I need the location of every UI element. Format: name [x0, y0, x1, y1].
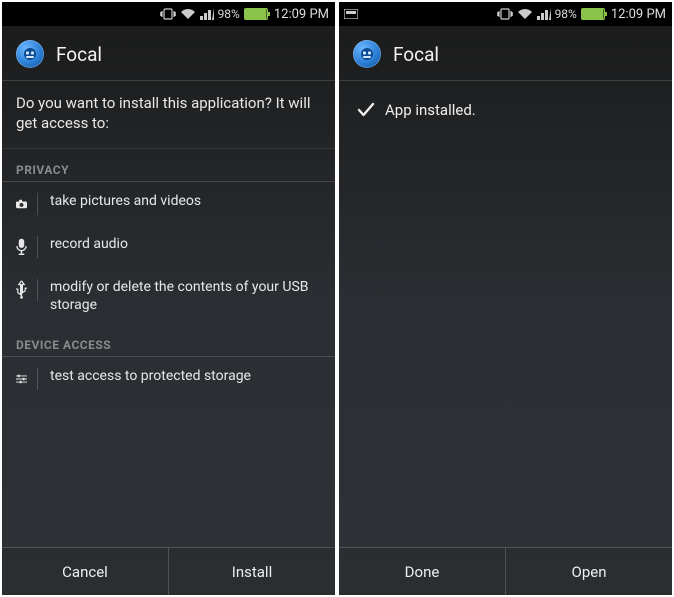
app-header: Focal — [339, 26, 672, 81]
signal-icon — [537, 8, 551, 20]
install-permissions-screen: 98% 12:09 PM Focal Do you want to instal… — [2, 2, 335, 595]
section-device-access: DEVICE ACCESS — [2, 324, 335, 357]
wifi-icon — [517, 8, 533, 20]
cancel-button[interactable]: Cancel — [2, 548, 168, 595]
battery-icon — [244, 8, 268, 20]
permission-item: take pictures and videos — [2, 182, 335, 225]
section-privacy: PRIVACY — [2, 149, 335, 182]
app-icon — [16, 40, 44, 68]
installed-content: App installed. — [339, 81, 672, 547]
permission-text: record audio — [48, 235, 128, 253]
permission-item: test access to protected storage — [2, 357, 335, 400]
sliders-icon — [16, 368, 38, 390]
wifi-icon — [180, 8, 196, 20]
permissions-content: PRIVACY take pictures and videos record … — [2, 149, 335, 548]
battery-percent: 98% — [555, 7, 577, 21]
app-icon — [353, 40, 381, 68]
install-prompt: Do you want to install this application?… — [2, 81, 335, 149]
camera-icon — [16, 193, 38, 215]
permission-item: modify or delete the contents of your US… — [2, 268, 335, 324]
app-title: Focal — [56, 43, 102, 66]
battery-icon — [581, 8, 605, 20]
install-complete-screen: 98% 12:09 PM Focal App installed. Done O… — [339, 2, 672, 595]
app-header: Focal — [2, 26, 335, 81]
done-button[interactable]: Done — [339, 548, 505, 595]
clock: 12:09 PM — [611, 7, 666, 22]
permission-text: modify or delete the contents of your US… — [48, 278, 321, 314]
permission-text: test access to protected storage — [48, 367, 251, 385]
vibrate-icon — [160, 8, 176, 20]
button-bar: Done Open — [339, 547, 672, 595]
permission-item: record audio — [2, 225, 335, 268]
vibrate-icon — [497, 8, 513, 20]
clock: 12:09 PM — [274, 7, 329, 22]
permission-text: take pictures and videos — [48, 192, 201, 210]
open-button[interactable]: Open — [505, 548, 672, 595]
usb-icon — [16, 279, 38, 301]
signal-icon — [200, 8, 214, 20]
battery-percent: 98% — [218, 7, 240, 21]
installed-text: App installed. — [385, 101, 476, 119]
button-bar: Cancel Install — [2, 547, 335, 595]
app-title: Focal — [393, 43, 439, 66]
install-button[interactable]: Install — [168, 548, 335, 595]
installed-row: App installed. — [339, 81, 672, 139]
check-icon — [357, 101, 375, 119]
microphone-icon — [16, 236, 38, 258]
status-bar: 98% 12:09 PM — [339, 2, 672, 26]
status-bar: 98% 12:09 PM — [2, 2, 335, 26]
notification-icon — [343, 8, 359, 20]
